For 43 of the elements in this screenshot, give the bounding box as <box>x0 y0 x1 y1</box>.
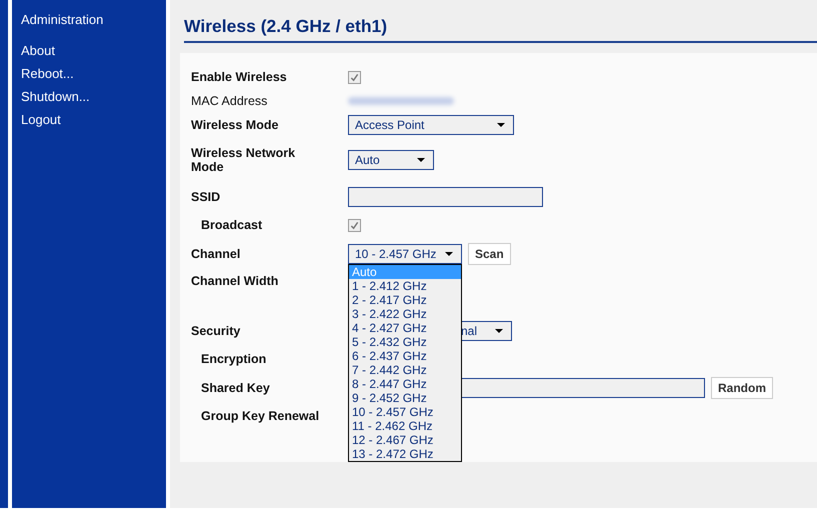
field-label: Channel Width <box>191 274 280 288</box>
dropdown-select[interactable]: Auto <box>348 150 434 170</box>
dropdown-option[interactable]: 1 - 2.412 GHz <box>349 279 461 293</box>
sidebar-link[interactable]: Reboot... <box>21 66 166 89</box>
dropdown-select[interactable]: Access Point <box>348 115 514 135</box>
field-label: Shared Key <box>201 381 271 395</box>
dropdown-option[interactable]: 6 - 2.437 GHz <box>349 349 461 363</box>
sidebar-link[interactable]: Logout <box>21 112 166 135</box>
checkbox[interactable] <box>348 70 361 84</box>
dropdown-option[interactable]: 8 - 2.447 GHz <box>349 377 461 391</box>
field-label: Security <box>191 324 242 338</box>
field-label: Group Key Renewal <box>201 409 320 423</box>
caret-icon <box>445 252 453 256</box>
action-button[interactable]: Scan <box>468 243 511 265</box>
dropdown-option[interactable]: 4 - 2.427 GHz <box>349 321 461 335</box>
dropdown-option[interactable]: 5 - 2.432 GHz <box>349 335 461 349</box>
dropdown-option[interactable]: 12 - 2.467 GHz <box>349 433 461 447</box>
field-label: Encryption <box>201 352 268 366</box>
dropdown-option[interactable]: 11 - 2.462 GHz <box>349 419 461 433</box>
field-label: Broadcast <box>201 218 264 232</box>
sidebar-link[interactable]: Shutdown... <box>21 89 166 112</box>
dropdown-option[interactable]: 7 - 2.442 GHz <box>349 363 461 377</box>
dropdown-option[interactable]: 3 - 2.422 GHz <box>349 307 461 321</box>
caret-icon <box>497 123 505 127</box>
dropdown-option[interactable]: 9 - 2.452 GHz <box>349 391 461 405</box>
checkbox[interactable] <box>348 218 361 232</box>
caret-icon <box>495 329 503 333</box>
sidebar-heading: Administration <box>21 12 104 27</box>
dropdown-option[interactable]: 2 - 2.417 GHz <box>349 293 461 307</box>
field-label: MAC Address <box>191 94 268 108</box>
caret-icon <box>417 158 425 162</box>
field-label: Enable Wireless <box>191 70 288 84</box>
input-field[interactable] <box>348 187 543 207</box>
dropdown-option[interactable]: 10 - 2.457 GHz <box>349 405 461 419</box>
page-title: Wireless (2.4 GHz / eth1) <box>184 16 817 43</box>
dropdown-select[interactable]: 10 - 2.457 GHz <box>348 244 462 264</box>
action-button[interactable]: Random <box>711 377 773 399</box>
dropdown-option[interactable]: 13 - 2.472 GHz <box>349 447 461 461</box>
sidebar-link[interactable]: About <box>21 43 166 66</box>
field-label: Channel <box>191 247 242 261</box>
field-label: SSID <box>191 190 222 204</box>
field-label: Wireless Network Mode <box>191 146 296 174</box>
field-label: Wireless Mode <box>191 118 280 132</box>
